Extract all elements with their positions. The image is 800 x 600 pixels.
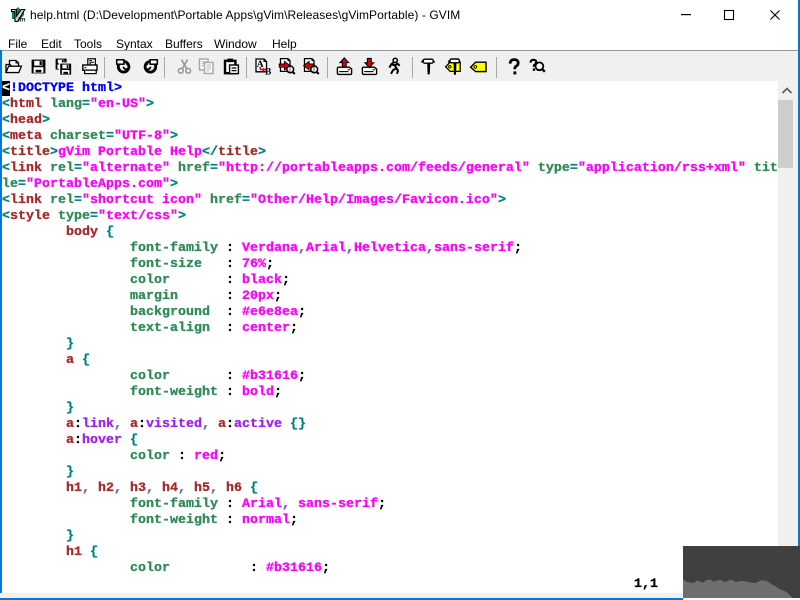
svg-text:B: B	[265, 67, 272, 76]
svg-text:im: im	[18, 17, 26, 24]
